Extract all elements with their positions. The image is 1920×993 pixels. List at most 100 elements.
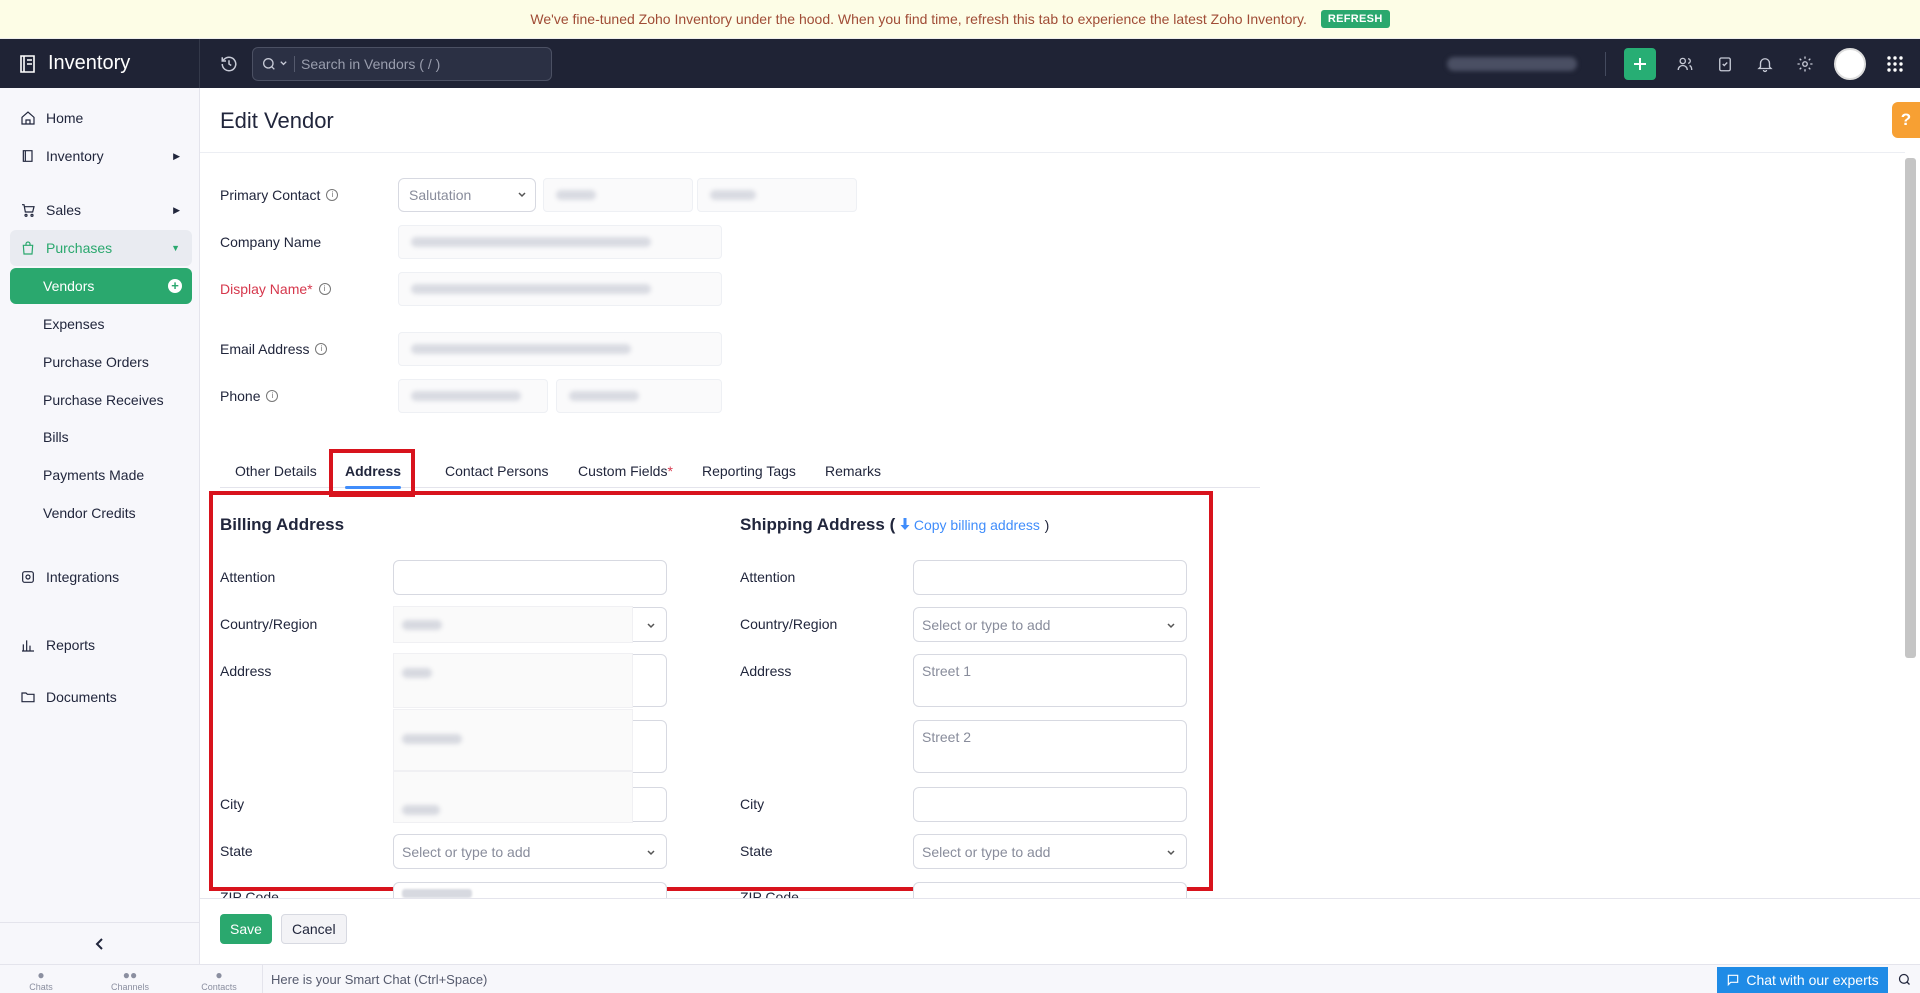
info-icon[interactable]: i [315,343,328,355]
folder-icon [21,692,35,703]
display-name-text: Display Name* [220,281,313,297]
search-icon[interactable] [1897,972,1912,987]
display-name-select[interactable] [398,272,722,306]
mobile-phone-field[interactable] [556,379,722,413]
expand-arrow-icon: ▶ [173,204,180,215]
shipping-attention-input[interactable] [913,560,1187,595]
sidebar-item-label: Payments Made [43,467,145,483]
chats-label: Chats [29,982,53,992]
save-button[interactable]: Save [220,914,272,944]
contacts-button[interactable]: ● Contacts [195,968,243,992]
channels-icon: ●● [122,968,138,982]
chevron-down-icon [518,192,526,198]
cancel-button[interactable]: Cancel [281,914,347,944]
shipping-street2-input[interactable]: Street 2 [913,720,1187,773]
scrollbar[interactable] [1905,158,1916,658]
billing-zip-input[interactable] [393,882,667,898]
smart-chat-input[interactable]: Here is your Smart Chat (Ctrl+Space) [262,965,1712,993]
shipping-city-input[interactable] [913,787,1187,822]
phone-label: Phone i [220,388,279,404]
banner-message: We've fine-tuned Zoho Inventory under th… [530,11,1307,27]
billing-attention-input[interactable] [393,560,667,595]
sidebar-item-label: Bills [43,429,69,445]
sidebar-item-vendor-credits[interactable]: Vendor Credits [10,495,192,531]
billing-attention-label: Attention [220,569,276,585]
plus-icon [1634,57,1646,70]
shipping-title-text: Shipping Address [740,515,885,534]
channels-label: Channels [110,982,150,992]
street2-placeholder: Street 2 [922,729,972,745]
organization-name[interactable] [1447,56,1577,71]
tab-contact-persons[interactable]: Contact Persons [445,454,549,488]
bell-icon[interactable] [1754,53,1776,75]
sidebar-item-label: Purchase Receives [43,392,164,408]
copy-billing-address-link[interactable]: Copy billing address [900,517,1040,533]
sidebar-item-label: Vendors [43,278,95,294]
info-icon[interactable]: i [318,283,331,295]
tab-other-details[interactable]: Other Details [235,454,317,488]
work-phone-field[interactable] [398,379,548,413]
sidebar-item-reports[interactable]: Reports [10,627,192,663]
last-name-field[interactable] [697,178,857,212]
expand-arrow-icon: ▶ [173,150,180,161]
email-field[interactable] [398,332,722,366]
sidebar-item-documents[interactable]: Documents [10,679,192,715]
info-icon[interactable]: i [266,390,279,402]
sidebar-item-sales[interactable]: Sales ▶ [10,192,192,228]
search-input[interactable] [301,55,531,72]
info-icon[interactable]: i [326,189,339,201]
channels-button[interactable]: ●● Channels [106,968,154,992]
search-scope-dropdown[interactable] [261,55,295,72]
chat-with-experts-button[interactable]: Chat with our experts [1717,967,1888,993]
tab-custom-fields[interactable]: Custom Fields * [578,454,673,488]
gear-icon[interactable] [1794,53,1816,75]
search-box[interactable] [252,46,552,81]
address-tab-highlight [329,449,415,497]
sidebar-item-bills[interactable]: Bills [10,419,192,455]
billing-state-select[interactable]: Select or type to add [393,834,667,869]
refresh-button[interactable]: REFRESH [1320,10,1390,28]
collapse-sidebar-button[interactable] [0,922,200,964]
add-vendor-icon[interactable]: + [168,279,182,293]
help-button[interactable]: ? [1892,102,1920,138]
billing-state-placeholder: Select or type to add [402,843,531,860]
billing-state-label: State [220,843,253,859]
inventory-logo-icon [20,54,35,73]
shipping-street1-input[interactable]: Street 1 [913,654,1187,707]
shipping-state-select[interactable]: Select or type to add [913,834,1187,869]
tasks-icon[interactable] [1714,53,1736,75]
blurred-value [393,653,633,708]
company-name-field[interactable] [398,225,722,259]
integrations-icon [22,571,34,583]
sidebar-item-integrations[interactable]: Integrations [10,559,192,595]
first-name-field[interactable] [543,178,693,212]
apps-grid-icon[interactable] [1884,53,1906,75]
sidebar-item-purchase-receives[interactable]: Purchase Receives [10,382,192,418]
paren: ) [1044,517,1050,533]
primary-contact-text: Primary Contact [220,187,321,203]
users-icon[interactable] [1674,53,1696,75]
sidebar-item-payments-made[interactable]: Payments Made [10,457,192,493]
sidebar-item-vendors[interactable]: Vendors + [10,268,192,304]
sidebar-item-inventory[interactable]: Inventory ▶ [10,138,192,174]
chats-button[interactable]: ● Chats [17,968,65,992]
shipping-country-select[interactable]: Select or type to add [913,607,1187,642]
sidebar-item-label: Expenses [43,316,105,332]
shipping-zip-input[interactable] [913,882,1187,898]
tab-reporting-tags[interactable]: Reporting Tags [702,454,796,488]
sidebar-item-home[interactable]: Home [10,100,192,136]
recent-history-icon[interactable] [218,53,240,75]
sidebar-item-purchases[interactable]: Purchases ▼ [10,230,192,266]
tab-remarks[interactable]: Remarks [825,454,881,488]
avatar[interactable] [1834,47,1866,80]
salutation-value: Salutation [409,187,472,203]
app-brand[interactable]: Inventory [0,39,200,88]
salutation-select[interactable]: Salutation [398,178,536,212]
shipping-zip-label: ZIP Code [740,889,799,898]
sidebar-item-expenses[interactable]: Expenses [10,306,192,342]
primary-contact-label: Primary Contact i [220,187,339,203]
copy-billing-address-text: Copy billing address [913,517,1040,533]
billing-country-label: Country/Region [220,616,318,632]
sidebar-item-purchase-orders[interactable]: Purchase Orders [10,344,192,380]
quick-create-button[interactable] [1624,47,1656,80]
